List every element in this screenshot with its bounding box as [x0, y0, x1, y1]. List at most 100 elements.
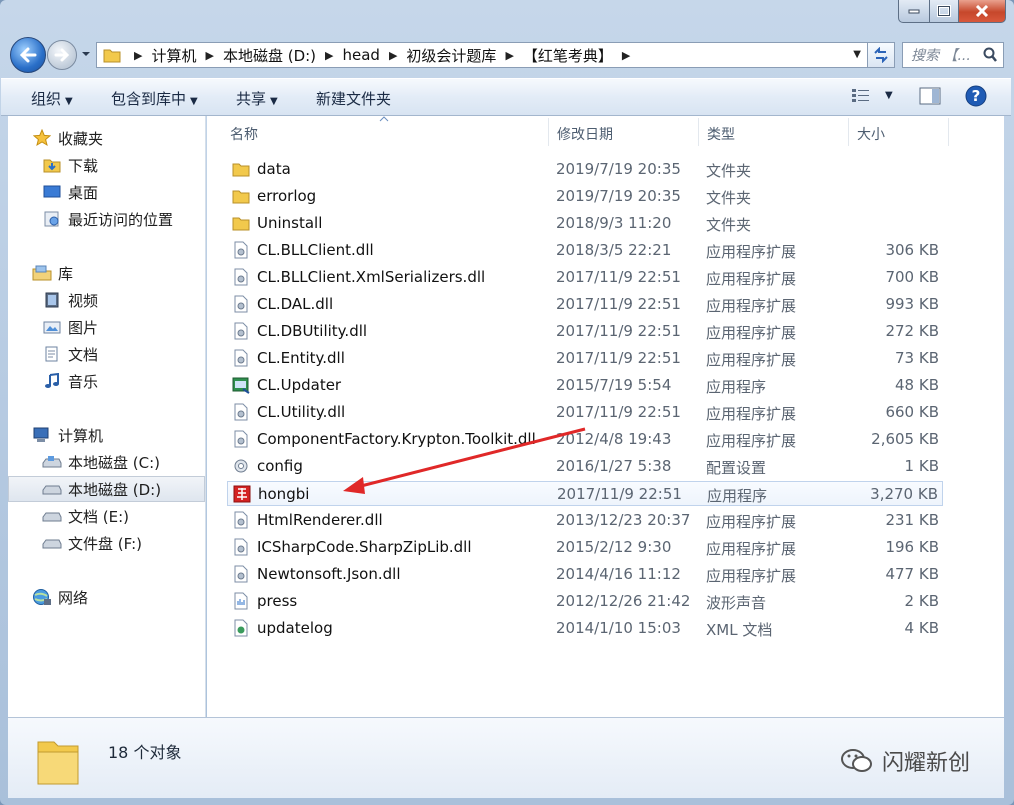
explorer-window: ▶ 计算机 ▶ 本地磁盘 (D:) ▶ head ▶ 初级会计题库 ▶ 【红笔考…: [0, 0, 1014, 805]
include-in-library-button[interactable]: 包含到库中 ▼: [111, 88, 198, 109]
svg-text:?: ?: [972, 87, 981, 105]
breadcrumb-drive-d[interactable]: 本地磁盘 (D:): [223, 45, 316, 66]
nav-network[interactable]: 网络: [8, 584, 229, 610]
breadcrumb-hongbi[interactable]: 【红笔考典】: [523, 45, 613, 66]
nav-computer[interactable]: 计算机: [8, 422, 229, 448]
close-icon: [975, 5, 989, 17]
change-view-button[interactable]: ▼: [851, 87, 893, 103]
nav-drive-f[interactable]: 文件盘 (F:): [8, 530, 239, 556]
maximize-button[interactable]: [930, 0, 959, 23]
library-icon: [32, 263, 52, 283]
watermark-text: 闪耀新创: [882, 751, 971, 776]
nav-label: 视频: [68, 291, 99, 310]
file-list: 名称 修改日期 类型 大小 data 2019/7/19 20:35 文件夹 erro…: [207, 116, 1004, 717]
address-bar[interactable]: ▶ 计算机 ▶ 本地磁盘 (D:) ▶ head ▶ 初级会计题库 ▶ 【红笔考…: [96, 42, 868, 68]
breadcrumb-separator[interactable]: ▶: [325, 49, 333, 62]
search-icon[interactable]: [982, 47, 998, 63]
nav-label: 音乐: [68, 372, 99, 391]
address-dropdown[interactable]: ▼: [853, 49, 861, 60]
breadcrumb-separator[interactable]: ▶: [134, 49, 142, 62]
organize-label: 组织: [31, 90, 62, 108]
video-icon: [42, 290, 62, 310]
navigation-pane: 收藏夹 下载 桌面 最近访问的位置 库 视频 图片 文档 音乐 计算机 本地磁盘…: [8, 116, 206, 717]
chevron-down-icon: ▼: [190, 96, 198, 107]
caption-buttons: [898, 0, 1006, 24]
item-count: 18 个对象: [108, 743, 182, 762]
annotation-arrow: [343, 427, 586, 494]
search-input[interactable]: 搜索 【...: [902, 42, 1004, 68]
nav-label: 文档 (E:): [68, 507, 130, 526]
chevron-down-icon: [82, 52, 90, 56]
nav-label: 文件盘 (F:): [68, 534, 142, 553]
nav-downloads[interactable]: 下载: [8, 152, 239, 178]
wechat-icon: [841, 749, 872, 772]
nav-label: 桌面: [68, 183, 99, 202]
nav-drive-e[interactable]: 文档 (E:): [8, 503, 239, 529]
nav-label: 计算机: [58, 426, 104, 445]
chevron-down-icon[interactable]: ▼: [885, 90, 893, 101]
chevron-down-icon: ▼: [270, 96, 278, 107]
close-button[interactable]: [959, 0, 1006, 23]
nav-recent-places[interactable]: 最近访问的位置: [8, 206, 239, 232]
chevron-down-icon: ▼: [65, 96, 73, 107]
share-button[interactable]: 共享 ▼: [236, 88, 278, 109]
include-in-library-label: 包含到库中: [111, 90, 187, 108]
network-globe-icon: [32, 587, 52, 607]
preview-pane-button[interactable]: [919, 87, 941, 109]
nav-label: 本地磁盘 (C:): [68, 453, 160, 472]
nav-documents[interactable]: 文档: [8, 341, 239, 367]
breadcrumb-separator[interactable]: ▶: [505, 49, 513, 62]
share-label: 共享: [236, 90, 267, 108]
nav-label: 图片: [68, 318, 99, 337]
help-icon: ?: [965, 85, 987, 107]
breadcrumb-question-bank[interactable]: 初级会计题库: [406, 45, 496, 66]
maximize-icon: [937, 5, 951, 17]
nav-label: 库: [58, 264, 74, 283]
folder-large-icon: [37, 741, 79, 785]
organize-button[interactable]: 组织 ▼: [31, 88, 73, 109]
recent-pages-dropdown[interactable]: [80, 48, 92, 60]
desktop-icon: [42, 182, 62, 202]
new-folder-button[interactable]: 新建文件夹: [316, 88, 391, 109]
nav-drive-d[interactable]: 本地磁盘 (D:): [8, 476, 205, 502]
forward-button[interactable]: [47, 40, 77, 70]
breadcrumb-separator[interactable]: ▶: [622, 49, 630, 62]
minimize-button[interactable]: [898, 0, 930, 23]
minimize-icon: [908, 9, 920, 14]
folder-icon: [103, 47, 121, 63]
star-icon: [32, 128, 52, 148]
command-bar: 组织 ▼ 包含到库中 ▼ 共享 ▼ 新建文件夹 ▼ ?: [1, 78, 1011, 116]
search-placeholder: 搜索 【...: [911, 48, 971, 64]
nav-pictures[interactable]: 图片: [8, 314, 239, 340]
help-button[interactable]: ?: [965, 85, 987, 111]
arrow-right-icon: [54, 48, 70, 62]
drive-icon: [42, 533, 62, 553]
drive-icon: [42, 479, 62, 499]
breadcrumb-head[interactable]: head: [343, 46, 380, 64]
nav-label: 文档: [68, 345, 99, 364]
refresh-icon: [874, 47, 888, 63]
breadcrumb-separator[interactable]: ▶: [205, 49, 213, 62]
drive-icon: [42, 506, 62, 526]
view-details-icon: [852, 89, 869, 102]
back-button[interactable]: [10, 37, 46, 73]
nav-label: 下载: [68, 156, 99, 175]
nav-label: 收藏夹: [58, 129, 104, 148]
pictures-icon: [42, 317, 62, 337]
nav-desktop[interactable]: 桌面: [8, 179, 239, 205]
computer-icon: [32, 425, 52, 445]
nav-favorites[interactable]: 收藏夹: [8, 125, 229, 151]
nav-videos[interactable]: 视频: [8, 287, 239, 313]
nav-label: 网络: [58, 588, 89, 607]
nav-libraries[interactable]: 库: [8, 260, 229, 286]
documents-icon: [42, 344, 62, 364]
nav-drive-c[interactable]: 本地磁盘 (C:): [8, 449, 239, 475]
breadcrumb-separator[interactable]: ▶: [389, 49, 397, 62]
music-icon: [42, 371, 62, 391]
refresh-button[interactable]: [868, 42, 895, 68]
nav-label: 最近访问的位置: [68, 210, 174, 229]
breadcrumb-computer[interactable]: 计算机: [151, 45, 196, 66]
nav-music[interactable]: 音乐: [8, 368, 239, 394]
recent-places-icon: [42, 209, 62, 229]
watermark: 闪耀新创: [840, 745, 970, 777]
